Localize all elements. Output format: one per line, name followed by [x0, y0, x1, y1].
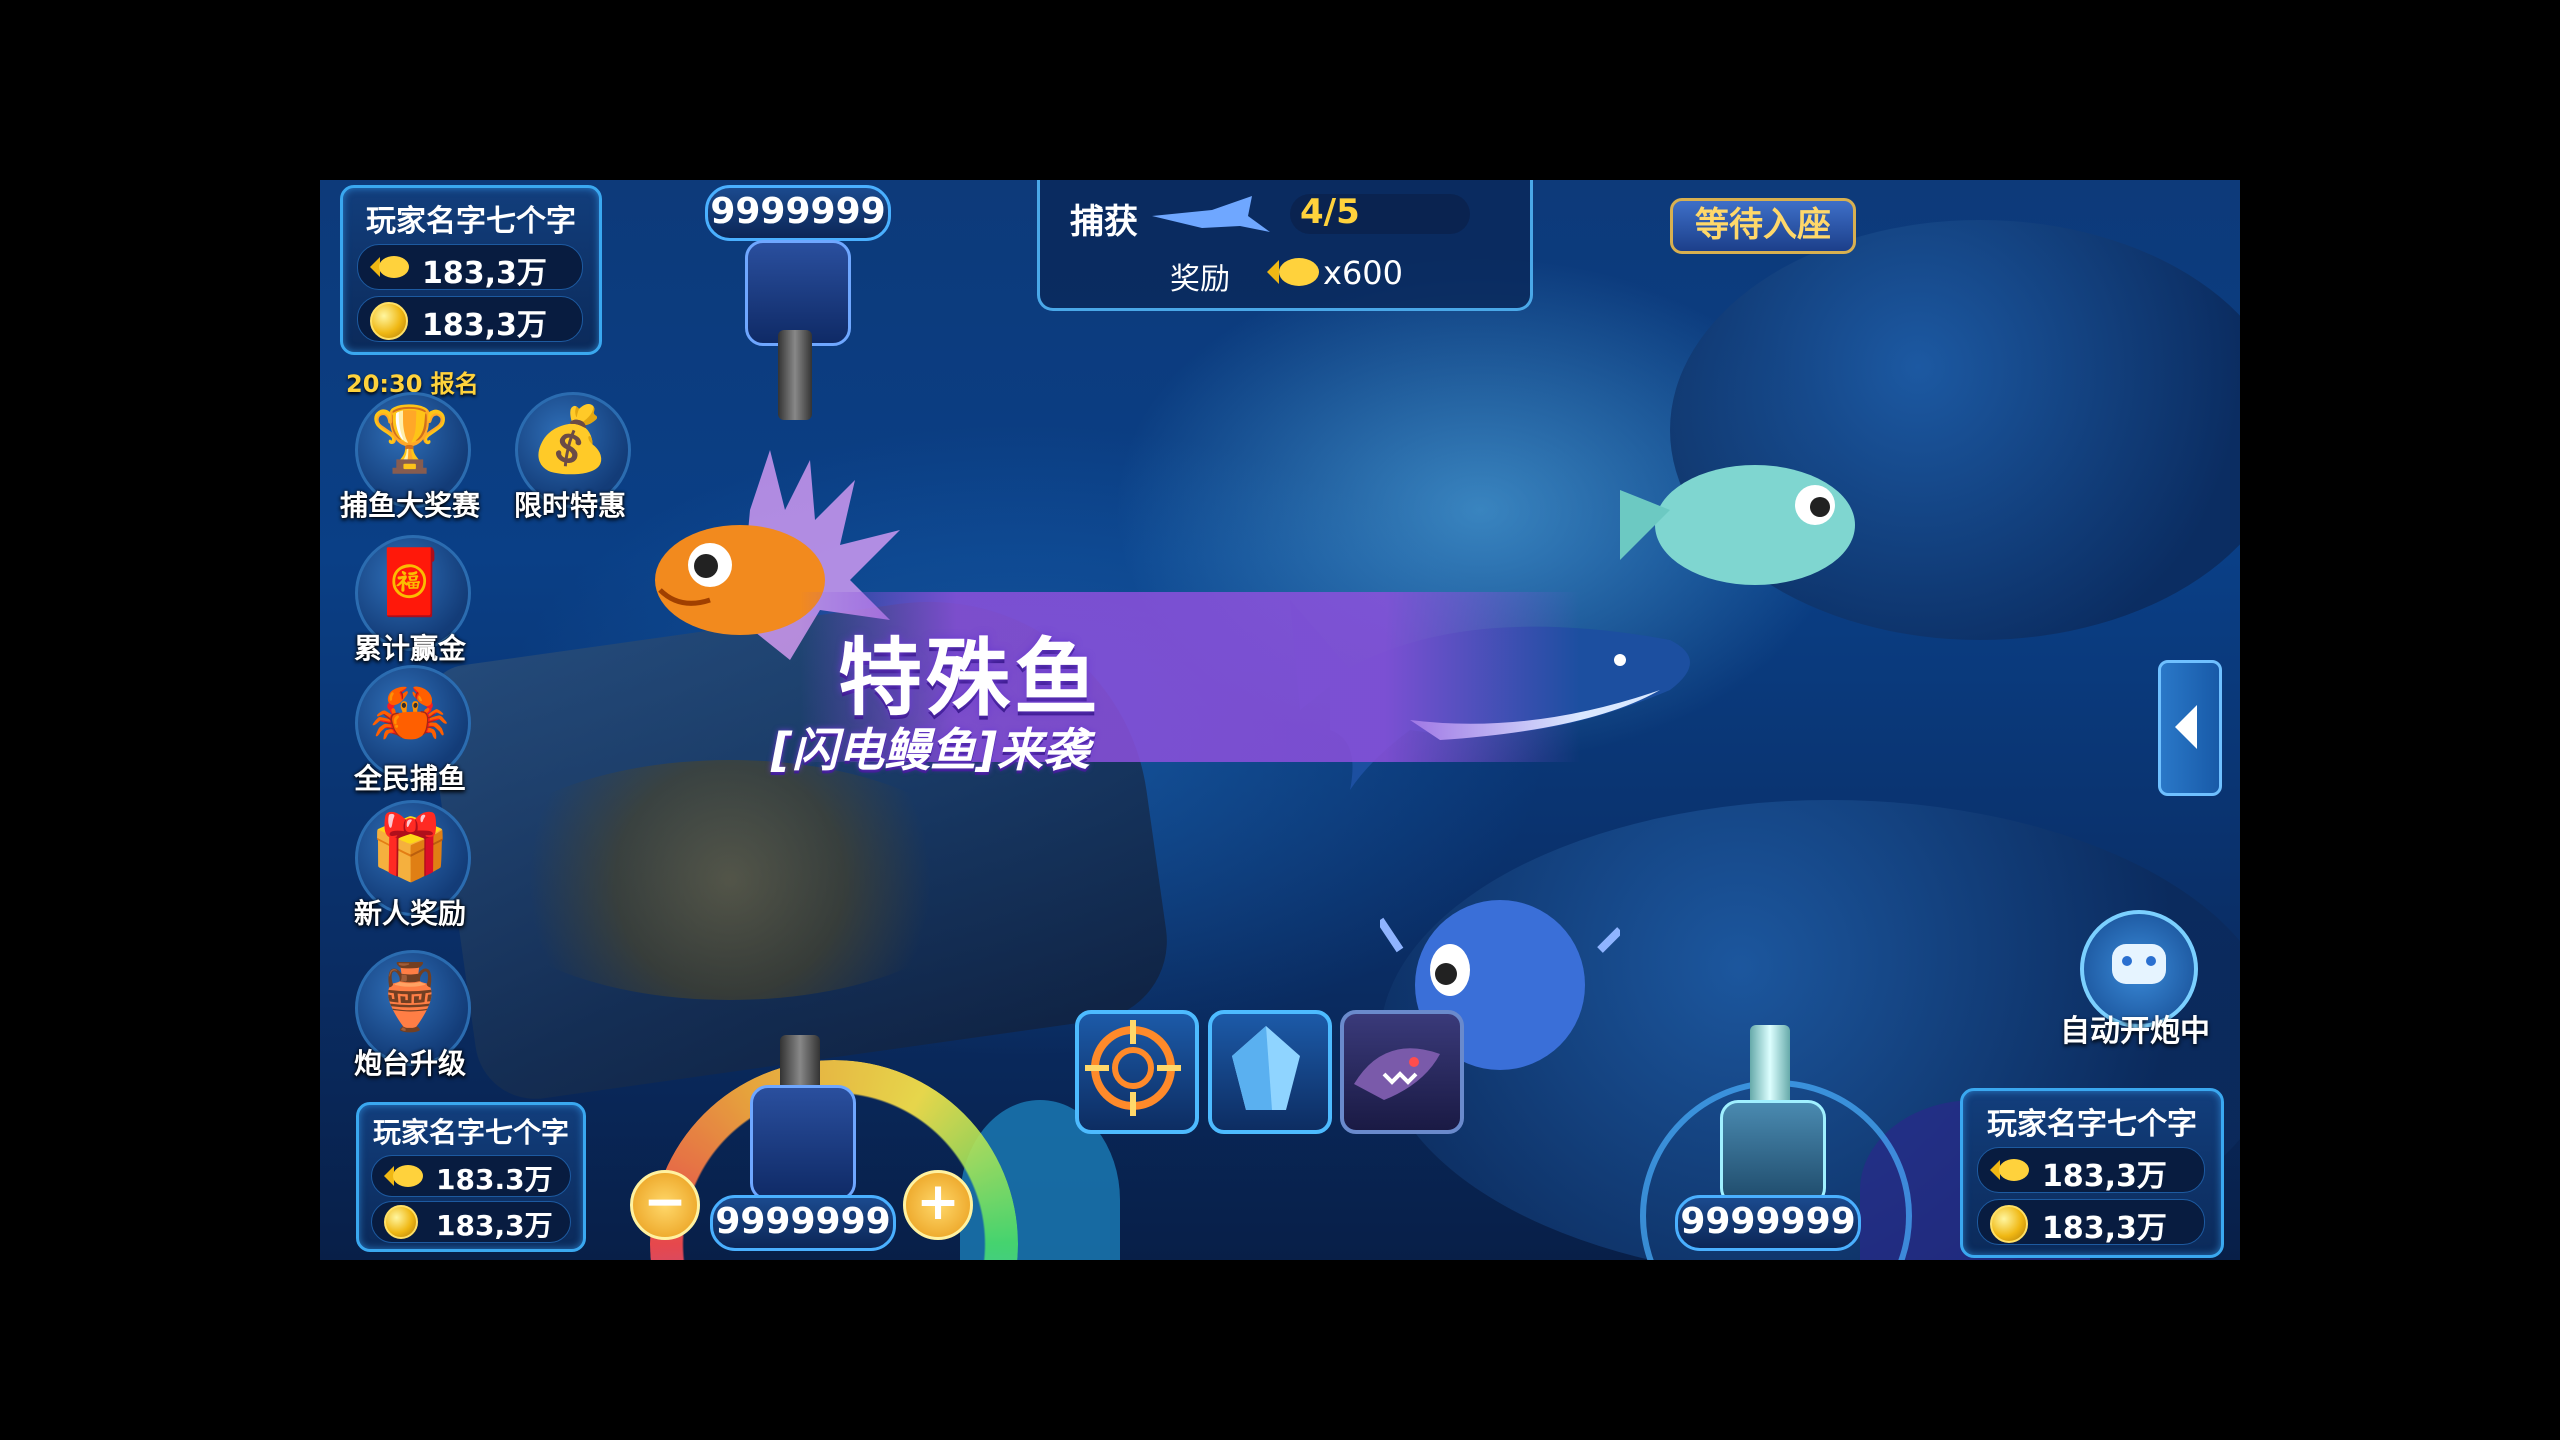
menu-newbie-reward[interactable]: 🎁 新人奖励 [340, 800, 480, 930]
shark-icon [1354, 1048, 1440, 1100]
fish-balance: 183,3万 [1977, 1147, 2205, 1194]
cannon-player[interactable] [750, 1085, 856, 1201]
menu-tournament[interactable]: 🏆 捕鱼大奖赛 [340, 392, 480, 522]
banner-subtitle: [闪电鳗鱼]来袭 [770, 723, 1090, 777]
capture-progress: 4/5 [1300, 192, 1360, 232]
game-stage[interactable]: 特殊鱼 [闪电鳗鱼]来袭 玩家名字七个字 183,3万 183,3万 99999… [320, 180, 2240, 1260]
treasure-chest-icon: 💰 [530, 403, 610, 477]
coin-balance: 183,3万 [1977, 1199, 2205, 1246]
player-name: 玩家名字七个字 [1987, 1107, 2197, 1142]
auto-fire-label: 自动开炮中 [2060, 1014, 2210, 1049]
trophy-icon: 🏆 [370, 403, 450, 477]
gold-fish-icon [370, 256, 409, 278]
gift-icon: 🎁 [370, 811, 450, 885]
coin-balance: 183,3万 [371, 1201, 571, 1243]
mascot-icon: 🦀 [370, 676, 450, 750]
menu-label: 累计赢金 [353, 632, 466, 665]
target-icon [1085, 1020, 1181, 1116]
menu-accumulated-winnings[interactable]: 🧧 累计赢金 [340, 535, 480, 665]
reward-value: x600 [1323, 254, 1404, 292]
ammo-counter-player: 9999999 [710, 1195, 896, 1251]
auto-fire-button[interactable]: 自动开炮中 [2060, 910, 2210, 1060]
treasure-coins [470, 760, 990, 1000]
player-panel-bottom-right: 玩家名字七个字 183,3万 183,3万 [1960, 1088, 2224, 1258]
cannon-barrel-top [778, 330, 812, 420]
coin-value: 183,3万 [422, 308, 547, 343]
swordfish-icon [1152, 196, 1270, 232]
coin-icon [384, 1205, 418, 1239]
menu-label: 全民捕鱼 [353, 762, 466, 795]
ammo-counter-top: 9999999 [705, 185, 891, 241]
gold-fish-icon [1990, 1159, 2029, 1181]
skill-target-lock[interactable] [1075, 1010, 1199, 1134]
coin-value: 183,3万 [2042, 1211, 2167, 1246]
menu-label: 新人奖励 [353, 897, 466, 930]
coin-icon [1990, 1205, 2028, 1243]
menu-label: 炮台升级 [353, 1047, 466, 1080]
side-panel-toggle[interactable] [2158, 660, 2222, 796]
fish-balance: 183,3万 [357, 244, 583, 291]
coin-icon [370, 302, 408, 340]
gold-fish-icon [1267, 258, 1319, 286]
reward-label: 奖励 [1170, 262, 1230, 297]
crystal-icon [1232, 1026, 1300, 1110]
fish-value: 183,3万 [2042, 1159, 2167, 1194]
player-name: 玩家名字七个字 [372, 1116, 569, 1149]
increase-bet-button[interactable]: + [903, 1170, 973, 1240]
menu-cannon-upgrade[interactable]: 🏺 炮台升级 [340, 950, 480, 1080]
red-envelope-icon: 🧧 [370, 546, 450, 620]
coin-value: 183,3万 [436, 1209, 553, 1242]
skill-shark[interactable] [1340, 1010, 1464, 1134]
menu-all-fishing[interactable]: 🦀 全民捕鱼 [340, 665, 480, 795]
fish-value: 183.3万 [436, 1163, 553, 1196]
coin-balance: 183,3万 [357, 296, 583, 343]
capture-label: 捕获 [1070, 202, 1138, 242]
ammo-counter-right: 9999999 [1675, 1195, 1861, 1251]
menu-limited-offer[interactable]: 💰 限时特惠 [500, 392, 640, 522]
player-name: 玩家名字七个字 [366, 204, 576, 239]
skill-freeze[interactable] [1208, 1010, 1332, 1134]
fish-value: 183,3万 [422, 256, 547, 291]
waiting-seat-button[interactable]: 等待入座 [1670, 198, 1856, 254]
gold-fish-icon [384, 1165, 423, 1187]
decrease-bet-button[interactable]: − [630, 1170, 700, 1240]
menu-label: 捕鱼大奖赛 [339, 489, 480, 522]
fish-balance: 183.3万 [371, 1155, 571, 1197]
task-panel: 捕获 4/5 奖励 x600 [1037, 180, 1533, 311]
menu-label: 限时特惠 [513, 489, 626, 522]
chevron-left-icon [2175, 705, 2197, 749]
gourd-icon: 🏺 [370, 961, 450, 1035]
cannon-right[interactable] [1720, 1100, 1826, 1206]
player-panel-bottom-left: 玩家名字七个字 183.3万 183,3万 [356, 1102, 586, 1252]
player-panel-top-left: 玩家名字七个字 183,3万 183,3万 [340, 185, 602, 355]
